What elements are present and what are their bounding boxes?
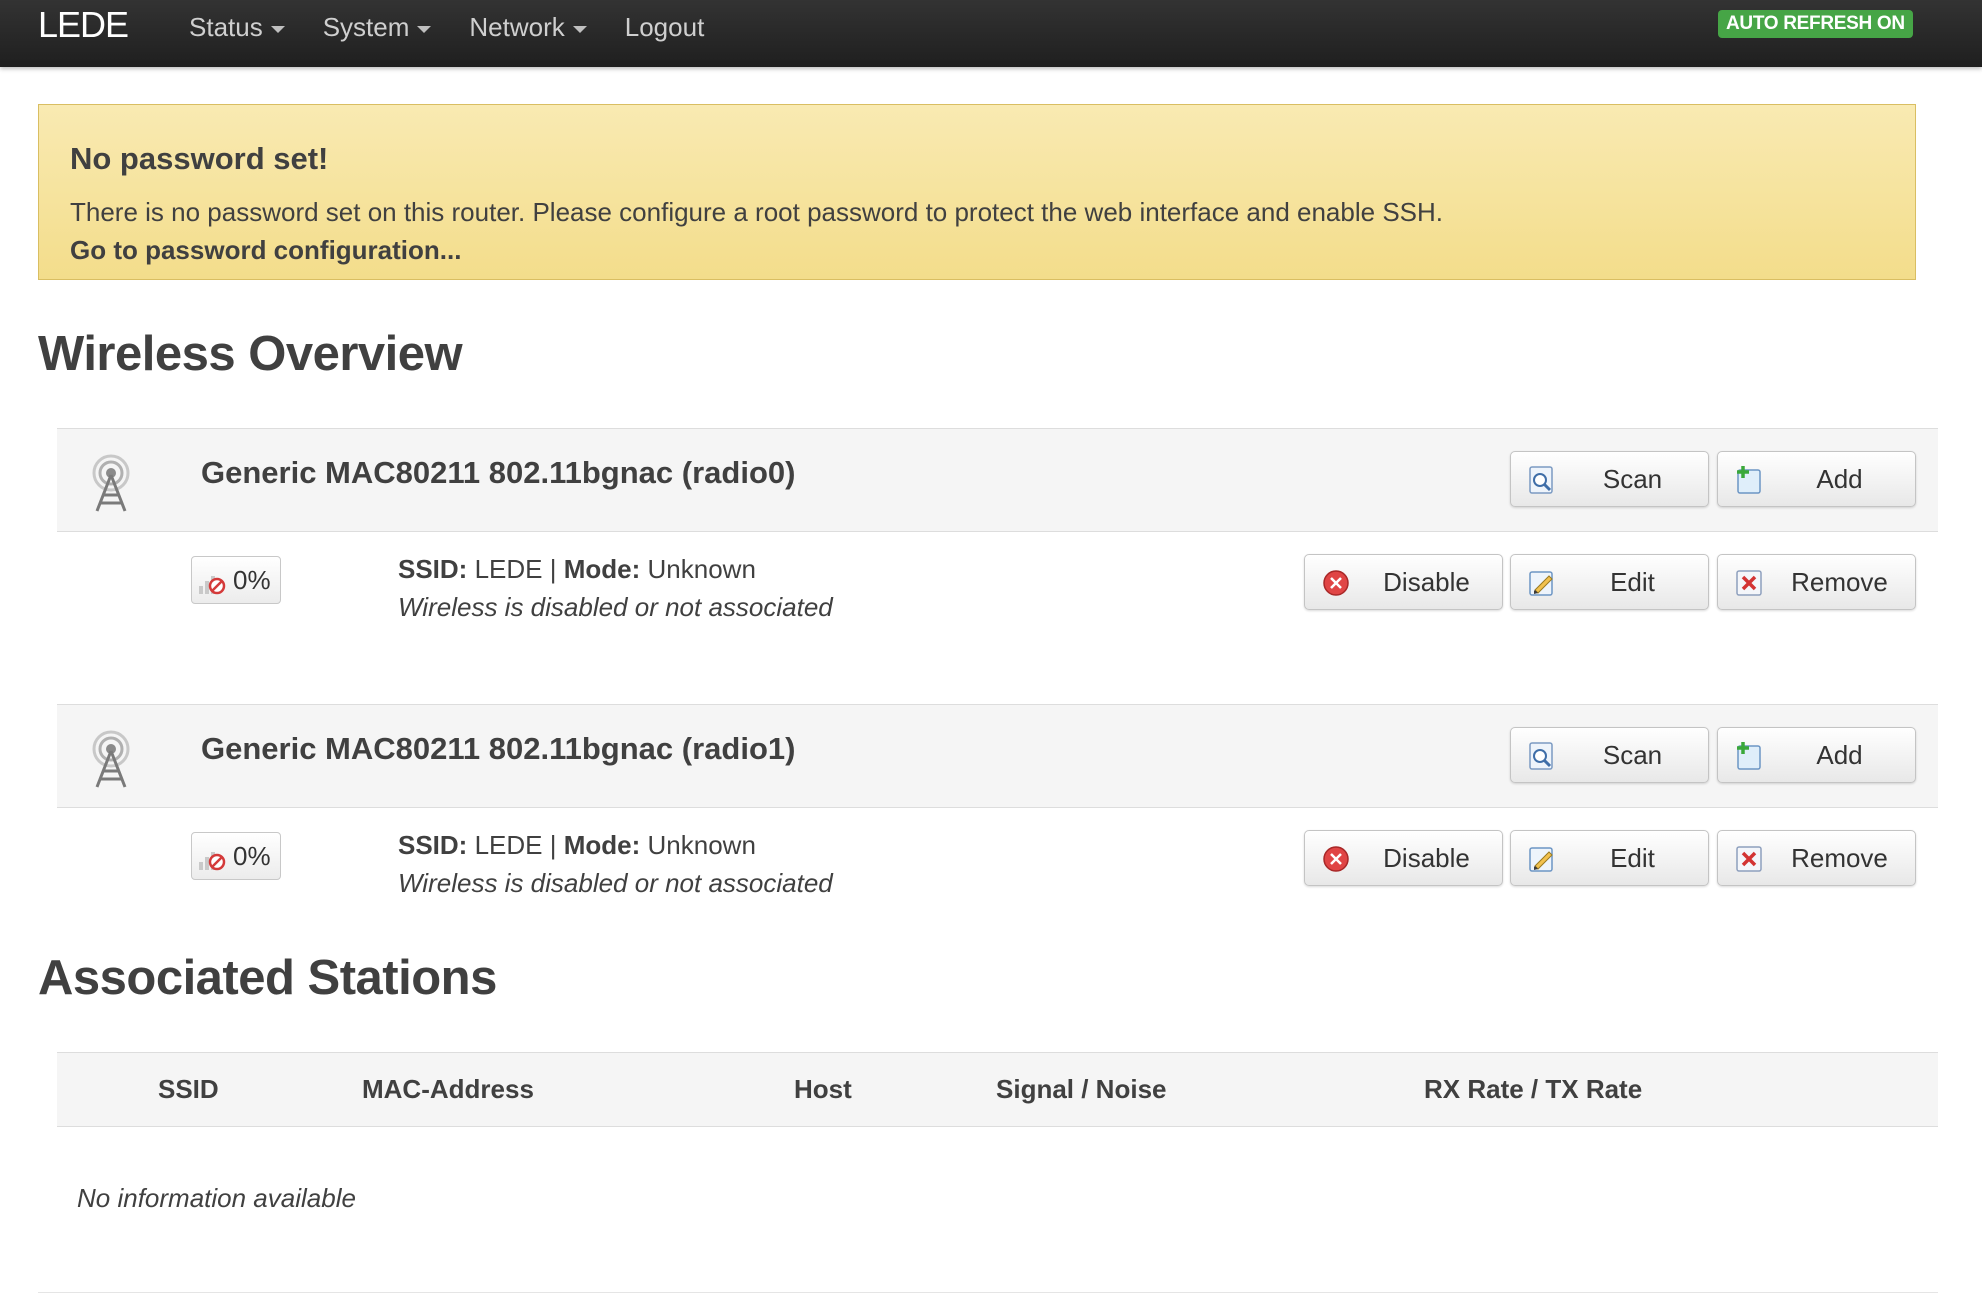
signal-badge: 0% bbox=[191, 832, 281, 880]
wireless-tower-icon bbox=[92, 454, 130, 512]
column-header-rx-tx-rate: RX Rate / TX Rate bbox=[1424, 1074, 1643, 1104]
ssid-value: LEDE bbox=[474, 554, 543, 584]
nav-logout-label: Logout bbox=[624, 12, 705, 42]
edit-icon bbox=[1529, 571, 1553, 596]
associated-stations-heading: Associated Stations bbox=[38, 951, 497, 1005]
nav-logout[interactable]: Logout bbox=[606, 0, 724, 54]
device-row-radio0: Generic MAC80211 802.11bgnac (radio0) Sc… bbox=[57, 428, 1938, 532]
device-row-radio1: Generic MAC80211 802.11bgnac (radio1) Sc… bbox=[57, 704, 1938, 808]
remove-button-label: Remove bbox=[1791, 567, 1888, 597]
stations-table-header: SSID MAC-Address Host Signal / Noise RX … bbox=[57, 1052, 1938, 1127]
remove-icon bbox=[1736, 570, 1762, 596]
network-status: Wireless is disabled or not associated bbox=[398, 592, 833, 622]
network-info: SSID: LEDE | Mode: Unknown bbox=[398, 830, 756, 861]
signal-badge: 0% bbox=[191, 556, 281, 604]
disable-button[interactable]: Disable bbox=[1304, 554, 1503, 610]
scan-button-label: Scan bbox=[1602, 740, 1663, 770]
caret-down-icon bbox=[572, 25, 587, 33]
remove-button[interactable]: Remove bbox=[1717, 830, 1916, 886]
add-button-label: Add bbox=[1816, 464, 1863, 494]
main-nav: Status System Network Logout bbox=[170, 0, 723, 54]
signal-percent: 0% bbox=[233, 841, 271, 871]
disable-button-label: Disable bbox=[1383, 567, 1470, 597]
add-button[interactable]: Add bbox=[1717, 451, 1916, 507]
mode-label: Mode: bbox=[563, 830, 641, 860]
brand-logo[interactable]: LEDE bbox=[38, 0, 129, 50]
signal-disabled-icon bbox=[199, 576, 226, 595]
info-separator: | bbox=[549, 830, 557, 860]
wireless-tower-icon bbox=[92, 730, 130, 788]
nav-system[interactable]: System bbox=[304, 0, 451, 54]
network-row-radio1: 0% SSID: LEDE | Mode: Unknown Wireless i… bbox=[57, 808, 1938, 928]
nav-status-label: Status bbox=[189, 12, 263, 42]
top-navbar: LEDE Status System Network Logout AUTO R… bbox=[0, 0, 1982, 67]
remove-button[interactable]: Remove bbox=[1717, 554, 1916, 610]
nav-network-label: Network bbox=[469, 12, 565, 42]
column-header-mac-address: MAC-Address bbox=[362, 1074, 534, 1104]
stations-empty-message: No information available bbox=[77, 1183, 356, 1213]
edit-button[interactable]: Edit bbox=[1510, 830, 1709, 886]
scan-icon bbox=[1529, 742, 1553, 770]
device-name: Generic MAC80211 802.11bgnac (radio0) bbox=[201, 455, 796, 490]
add-icon bbox=[1737, 466, 1761, 494]
disable-button[interactable]: Disable bbox=[1304, 830, 1503, 886]
edit-button-label: Edit bbox=[1610, 567, 1655, 597]
edit-icon bbox=[1529, 847, 1553, 872]
password-alert: No password set! There is no password se… bbox=[38, 104, 1916, 280]
mode-label: Mode: bbox=[563, 554, 641, 584]
nav-system-label: System bbox=[322, 12, 410, 42]
info-separator: | bbox=[549, 554, 557, 584]
alert-text: There is no password set on this router.… bbox=[70, 197, 1443, 227]
edit-button[interactable]: Edit bbox=[1510, 554, 1709, 610]
nav-status[interactable]: Status bbox=[170, 0, 304, 54]
network-info: SSID: LEDE | Mode: Unknown bbox=[398, 554, 756, 585]
remove-button-label: Remove bbox=[1791, 843, 1888, 873]
ssid-label: SSID: bbox=[398, 830, 468, 860]
device-name: Generic MAC80211 802.11bgnac (radio1) bbox=[201, 731, 796, 766]
ssid-label: SSID: bbox=[398, 554, 468, 584]
scan-button[interactable]: Scan bbox=[1510, 451, 1709, 507]
scan-button-label: Scan bbox=[1602, 464, 1663, 494]
column-header-signal-noise: Signal / Noise bbox=[996, 1074, 1167, 1104]
auto-refresh-toggle[interactable]: AUTO REFRESH ON bbox=[1718, 10, 1913, 38]
caret-down-icon bbox=[417, 25, 432, 33]
mode-value: Unknown bbox=[647, 830, 756, 860]
disable-button-label: Disable bbox=[1383, 843, 1470, 873]
scan-button[interactable]: Scan bbox=[1510, 727, 1709, 783]
disable-icon bbox=[1323, 846, 1349, 872]
caret-down-icon bbox=[270, 25, 285, 33]
column-header-ssid: SSID bbox=[158, 1074, 219, 1104]
add-icon bbox=[1737, 742, 1761, 770]
add-button-label: Add bbox=[1816, 740, 1863, 770]
signal-percent: 0% bbox=[233, 565, 271, 595]
signal-disabled-icon bbox=[199, 852, 226, 871]
network-row-radio0: 0% SSID: LEDE | Mode: Unknown Wireless i… bbox=[57, 532, 1938, 652]
mode-value: Unknown bbox=[647, 554, 756, 584]
ssid-value: LEDE bbox=[474, 830, 543, 860]
bottom-divider bbox=[38, 1292, 1938, 1293]
network-status: Wireless is disabled or not associated bbox=[398, 868, 833, 898]
alert-title: No password set! bbox=[70, 141, 329, 176]
column-header-host: Host bbox=[794, 1074, 852, 1104]
password-config-link[interactable]: Go to password configuration... bbox=[70, 235, 461, 266]
nav-network[interactable]: Network bbox=[450, 0, 605, 54]
remove-icon bbox=[1736, 846, 1762, 872]
edit-button-label: Edit bbox=[1610, 843, 1655, 873]
disable-icon bbox=[1323, 570, 1349, 596]
add-button[interactable]: Add bbox=[1717, 727, 1916, 783]
wireless-overview-heading: Wireless Overview bbox=[38, 327, 463, 381]
scan-icon bbox=[1529, 466, 1553, 494]
